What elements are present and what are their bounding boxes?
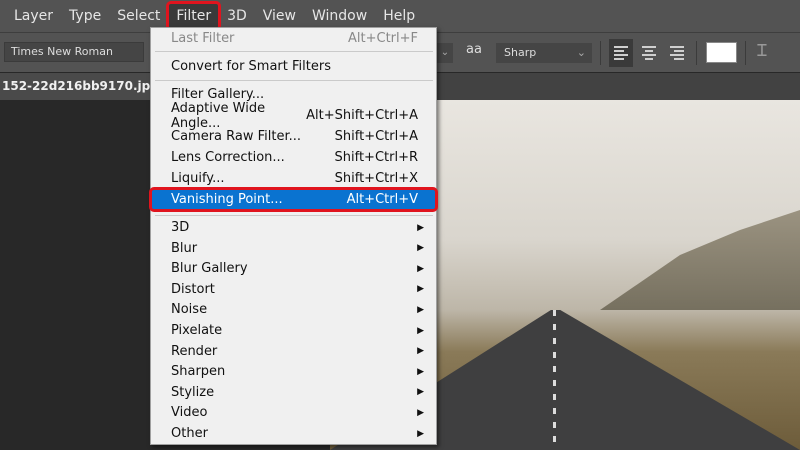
label: 3D (171, 220, 190, 235)
label: Sharpen (171, 364, 226, 380)
separator (155, 51, 433, 52)
menu-item-last-filter[interactable]: Last Filter Alt+Ctrl+F (151, 28, 436, 49)
separator (155, 215, 433, 216)
label: Convert for Smart Filters (171, 59, 331, 74)
label: Video (171, 405, 208, 421)
antialias-icon: aa (466, 42, 482, 57)
shortcut: Shift+Ctrl+A (334, 129, 418, 144)
antialias-select[interactable]: Sharp ⌄ (496, 43, 592, 63)
menu-item-noise[interactable]: Noise ▶ (151, 299, 436, 320)
label: Stylize (171, 384, 215, 400)
label: Vanishing Point... (171, 192, 283, 207)
submenu-arrow-icon: ▶ (417, 222, 424, 233)
label: Render (171, 343, 218, 359)
menu-filter[interactable]: Filter (166, 1, 222, 31)
road-line (553, 310, 556, 450)
shortcut: Alt+Shift+Ctrl+A (306, 108, 418, 123)
menu-item-blur[interactable]: Blur ▶ (151, 238, 436, 259)
label: Lens Correction... (171, 150, 285, 165)
separator (155, 80, 433, 81)
menu-item-distort[interactable]: Distort ▶ (151, 279, 436, 300)
label: Blur (171, 240, 198, 256)
menu-item-video[interactable]: Video ▶ (151, 402, 436, 423)
menu-3d[interactable]: 3D (219, 3, 255, 29)
document-tab[interactable]: 152-22d216bb9170.jpg @ 1 (0, 73, 160, 100)
label: Noise (171, 302, 208, 318)
menu-item-convert-smart-filters[interactable]: Convert for Smart Filters (151, 56, 436, 77)
menu-window[interactable]: Window (304, 3, 375, 29)
align-center-button[interactable] (637, 39, 661, 67)
shortcut: Shift+Ctrl+X (334, 171, 418, 186)
shortcut: Shift+Ctrl+R (334, 150, 419, 165)
submenu-arrow-icon: ▶ (417, 325, 424, 336)
menu-item-camera-raw-filter[interactable]: Camera Raw Filter... Shift+Ctrl+A (151, 126, 436, 147)
menu-select[interactable]: Select (109, 3, 168, 29)
divider (696, 41, 697, 65)
menu-help[interactable]: Help (375, 3, 423, 29)
menu-item-blur-gallery[interactable]: Blur Gallery ▶ (151, 258, 436, 279)
menu-item-pixelate[interactable]: Pixelate ▶ (151, 320, 436, 341)
label: Blur Gallery (171, 261, 248, 277)
warp-text-icon[interactable]: Ꮖ (757, 41, 768, 61)
menu-item-stylize[interactable]: Stylize ▶ (151, 382, 436, 403)
shortcut: Alt+Ctrl+V (346, 192, 418, 207)
label: Distort (171, 281, 215, 297)
submenu-arrow-icon: ▶ (417, 304, 424, 315)
align-left-button[interactable] (609, 39, 633, 67)
label: Pixelate (171, 323, 223, 338)
label: Last Filter (171, 31, 235, 46)
align-right-button[interactable] (665, 39, 689, 67)
divider (600, 41, 601, 65)
menu-item-other[interactable]: Other ▶ (151, 423, 436, 444)
menu-item-sharpen[interactable]: Sharpen ▶ (151, 361, 436, 382)
text-color-swatch[interactable] (706, 42, 737, 63)
filter-menu: Last Filter Alt+Ctrl+F Convert for Smart … (149, 27, 438, 445)
menu-view[interactable]: View (255, 3, 304, 29)
label: Camera Raw Filter... (171, 129, 302, 144)
menu-item-render[interactable]: Render ▶ (151, 341, 436, 362)
submenu-arrow-icon: ▶ (417, 387, 424, 398)
mountain (600, 210, 800, 310)
menu-item-3d[interactable]: 3D ▶ (151, 217, 436, 238)
divider (745, 41, 746, 65)
submenu-arrow-icon: ▶ (417, 346, 424, 357)
submenu-arrow-icon: ▶ (417, 366, 424, 377)
submenu-arrow-icon: ▶ (417, 263, 424, 274)
menu-layer[interactable]: Layer (6, 3, 61, 29)
chevron-down-icon: ⌄ (576, 46, 586, 59)
submenu-arrow-icon: ▶ (417, 284, 424, 295)
menu-item-liquify[interactable]: Liquify... Shift+Ctrl+X (151, 168, 436, 189)
shortcut: Alt+Ctrl+F (348, 31, 418, 46)
submenu-arrow-icon: ▶ (417, 243, 424, 254)
label: Other (171, 426, 208, 441)
menu-type[interactable]: Type (61, 3, 109, 29)
menu-item-vanishing-point[interactable]: Vanishing Point... Alt+Ctrl+V (149, 187, 438, 212)
submenu-arrow-icon: ▶ (417, 407, 424, 418)
submenu-arrow-icon: ▶ (417, 428, 424, 439)
antialias-value: Sharp (504, 46, 537, 59)
font-family-select[interactable]: Times New Roman (4, 42, 144, 62)
label: Liquify... (171, 171, 225, 186)
menu-item-adaptive-wide-angle[interactable]: Adaptive Wide Angle... Alt+Shift+Ctrl+A (151, 101, 436, 131)
menu-item-lens-correction[interactable]: Lens Correction... Shift+Ctrl+R (151, 147, 436, 168)
font-size-dropdown[interactable]: ⌄ (437, 43, 453, 63)
